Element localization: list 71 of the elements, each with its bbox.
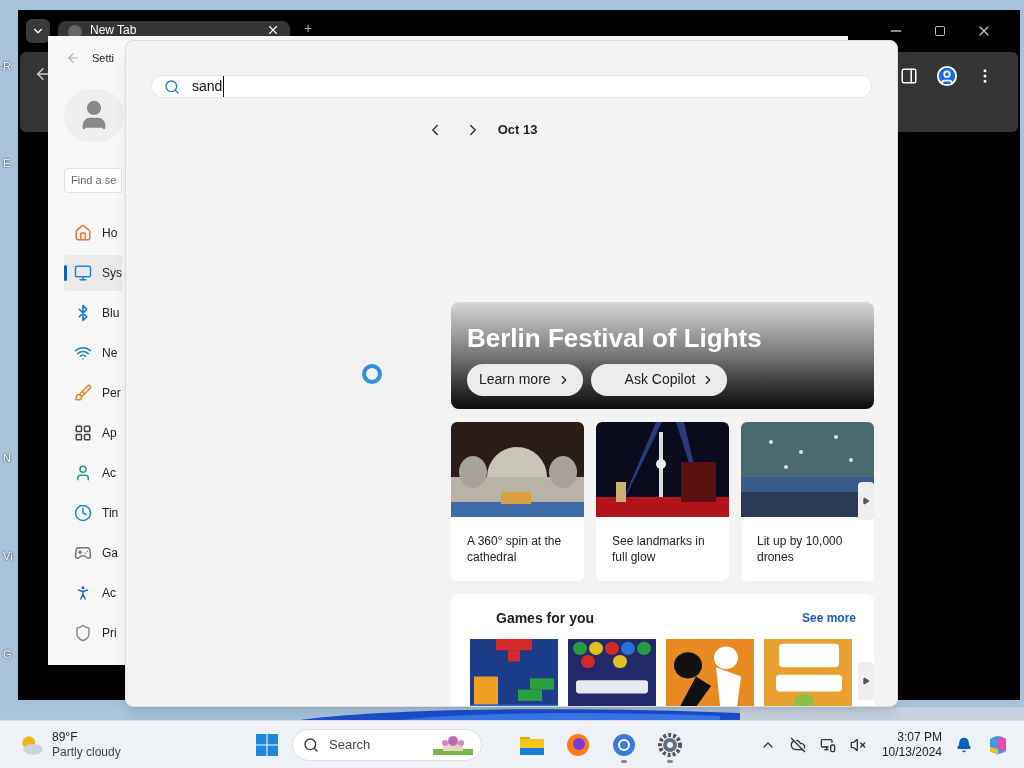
nav-item[interactable]: Blu — [64, 295, 122, 331]
temperature: 89°F — [52, 729, 79, 745]
see-more-link[interactable]: See more — [801, 609, 856, 627]
person-icon — [74, 464, 92, 482]
avatar — [64, 88, 124, 142]
article-card[interactable]: See landmarks in full glow — [596, 421, 729, 581]
browser-icon[interactable] — [612, 732, 636, 757]
gear-icon[interactable] — [658, 732, 682, 757]
loading-spinner-icon — [362, 363, 382, 384]
running-indicator — [621, 759, 627, 763]
weather-condition: Partly cloudy — [52, 744, 121, 760]
tab-list-button[interactable] — [26, 19, 50, 43]
desktop-icon-label: Vi — [3, 549, 13, 564]
cloud-off-icon[interactable] — [789, 736, 806, 753]
widget-search-field[interactable]: sand — [151, 75, 872, 98]
hero-card[interactable]: Berlin Festival of Lights Learn more Ask Copilot — [451, 301, 874, 409]
scroll-right-button[interactable] — [858, 661, 874, 700]
nav-item[interactable]: Ga — [64, 535, 122, 571]
clock-icon — [74, 504, 92, 522]
desktop-icon-label: N — [3, 451, 11, 466]
desktop-icon-label: R — [3, 59, 11, 74]
nav-item[interactable]: Ne — [64, 335, 122, 371]
nav-item[interactable]: Pri — [64, 615, 122, 651]
search-icon — [303, 736, 319, 753]
running-indicator — [667, 759, 673, 763]
search-icon — [164, 78, 180, 95]
triangle-right-icon — [862, 496, 870, 505]
nav-item[interactable]: Per — [64, 375, 122, 411]
scroll-right-button[interactable] — [858, 481, 874, 520]
new-tab-button[interactable]: + — [304, 21, 313, 35]
house-icon — [74, 224, 92, 242]
brush-icon — [74, 384, 92, 402]
desktop-icon-label: E — [3, 156, 11, 171]
nav-item[interactable]: Ac — [64, 455, 122, 491]
article-caption: A 360° spin at the cathedral — [466, 532, 563, 565]
nav-item[interactable]: Ap — [64, 415, 122, 451]
nav-item[interactable]: Ac — [64, 575, 122, 611]
taskbar-search-field[interactable]: Search — [292, 728, 482, 761]
muted-speaker-icon[interactable] — [849, 736, 866, 753]
wifi-icon — [74, 344, 92, 362]
nav-item[interactable]: Ho — [64, 215, 122, 251]
clock-date[interactable]: 10/13/2024 — [881, 744, 942, 760]
shield-icon — [74, 624, 92, 642]
clock-time[interactable]: 3:07 PM — [897, 729, 942, 745]
bell-icon[interactable] — [956, 736, 972, 753]
settings-search-field[interactable]: Find a se — [64, 167, 122, 193]
hero-button[interactable]: Ask Copilot — [590, 363, 728, 396]
hero-button[interactable]: Learn more — [467, 363, 583, 396]
gamepad-icon — [74, 544, 92, 562]
nav-item[interactable]: Tin — [64, 495, 122, 531]
monitor-icon — [74, 264, 92, 282]
side-panel-icon[interactable] — [900, 67, 918, 85]
date-label: Oct 13 — [497, 121, 538, 139]
network-icon[interactable] — [819, 736, 836, 753]
apps-icon — [74, 424, 92, 442]
section-title: Games for you — [496, 608, 595, 628]
desktop-icon-label: G — [3, 647, 12, 662]
start-icon[interactable] — [256, 733, 278, 756]
window-title: Setti — [92, 51, 114, 66]
article-card[interactable]: A 360° spin at the cathedral — [451, 421, 584, 581]
close-icon[interactable] — [266, 23, 280, 37]
tab-title: New Tab — [90, 23, 137, 37]
article-caption: Lit up by 10,000 drones — [756, 532, 844, 565]
hero-title: Berlin Festival of Lights — [467, 321, 763, 354]
maximize-icon[interactable] — [934, 25, 946, 37]
article-caption: See landmarks in full glow — [611, 532, 706, 565]
nav-item[interactable]: Sys — [64, 255, 122, 291]
profile-icon[interactable] — [936, 65, 958, 87]
article-card[interactable]: Lit up by 10,000 drones — [741, 421, 874, 581]
triangle-right-icon — [862, 676, 870, 685]
folder-icon[interactable] — [520, 734, 544, 755]
